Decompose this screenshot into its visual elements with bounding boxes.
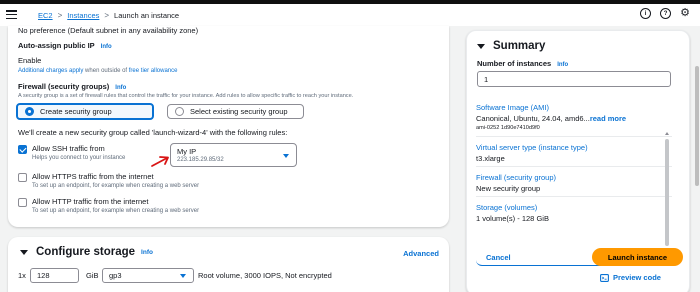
storage-advanced-link[interactable]: Advanced — [403, 249, 439, 258]
auto-assign-info-link[interactable]: Info — [101, 44, 112, 50]
breadcrumb-bar: EC2 > Instances > Launch an instance i ?… — [0, 4, 700, 26]
firewall-info-link[interactable]: Info — [115, 85, 126, 91]
summary-instance-type-value: t3.xlarge — [476, 154, 505, 163]
auto-assign-ip-label: Auto-assign public IP — [18, 41, 95, 50]
auto-assign-ip-header: Auto-assign public IP Info — [18, 41, 112, 50]
instances-count-header: Number of instances Info — [477, 59, 568, 68]
subnet-value: No preference (Default subnet in any ava… — [18, 26, 199, 35]
security-group-sentence: We'll create a new security group called… — [18, 128, 288, 137]
summary-storage-link[interactable]: Storage (volumes) — [476, 203, 537, 212]
read-more-link[interactable]: read more — [590, 114, 626, 123]
annotation-arrow-icon — [151, 156, 169, 167]
breadcrumb-current: Launch an instance — [114, 10, 180, 20]
https-rule-desc: To set up an endpoint, for example when … — [32, 183, 200, 189]
preview-code-label: Preview code — [613, 273, 661, 282]
scroll-up-arrow-icon[interactable] — [665, 132, 669, 135]
ssh-rule: Allow SSH traffic from Helps you connect… — [18, 144, 125, 161]
collapse-triangle-icon[interactable] — [477, 43, 485, 49]
https-rule-label: Allow HTTPS traffic from the internet — [32, 172, 154, 181]
instances-count-input[interactable]: 1 — [477, 71, 671, 87]
settings-gear-icon[interactable]: ⚙ — [680, 8, 690, 19]
create-security-group-label: Create security group — [40, 107, 112, 116]
storage-info-link[interactable]: Info — [141, 249, 153, 256]
http-rule-label: Allow HTTP traffic from the internet — [32, 197, 149, 206]
summary-firewall-value: New security group — [476, 184, 541, 193]
summary-header[interactable]: Summary — [477, 40, 545, 52]
summary-panel: Summary Number of instances Info 1 Softwa… — [466, 30, 690, 292]
launch-instance-button[interactable]: Launch instance — [592, 248, 683, 266]
storage-header[interactable]: Configure storage Info — [20, 246, 153, 258]
http-checkbox[interactable] — [18, 198, 27, 207]
auto-assign-ip-value: Enable — [18, 56, 42, 65]
select-existing-security-group-option[interactable]: Select existing security group — [167, 104, 304, 119]
summary-ami-id: ami-0252 1d90e7410d9f0 — [476, 125, 540, 131]
additional-charges-link[interactable]: Additional charges apply — [18, 68, 83, 74]
instances-count-label: Number of instances — [477, 59, 552, 68]
storage-size-input[interactable]: 128 — [30, 268, 79, 283]
firewall-description: A security group is a set of firewall ru… — [18, 93, 354, 99]
breadcrumb-separator: > — [104, 10, 110, 20]
radio-selected-icon — [25, 107, 34, 116]
summary-divider — [476, 196, 672, 197]
summary-details-list: Software Image (AMI) Canonical, Ubuntu, … — [476, 101, 672, 266]
configure-storage-panel: Configure storage Info Advanced 1x 128 G… — [8, 237, 449, 292]
preview-code-icon — [600, 273, 609, 282]
summary-instance-type-link[interactable]: Virtual server type (instance type) — [476, 143, 588, 152]
cancel-button[interactable]: Cancel — [486, 253, 511, 262]
ssh-checkbox[interactable] — [18, 145, 27, 154]
http-rule-desc: To set up an endpoint, for example when … — [32, 208, 200, 214]
summary-ami-value: Canonical, Ubuntu, 24.04, amd6...read mo… — [476, 114, 626, 123]
firewall-label: Firewall (security groups) — [18, 82, 110, 91]
header-icons: i ? ⚙ — [640, 8, 690, 19]
select-existing-label: Select existing security group — [190, 107, 288, 116]
firewall-header: Firewall (security groups) Info — [18, 82, 126, 91]
https-checkbox[interactable] — [18, 173, 27, 182]
summary-ami-link[interactable]: Software Image (AMI) — [476, 103, 549, 112]
summary-scrollbar[interactable] — [665, 139, 669, 246]
http-rule: Allow HTTP traffic from the internet To … — [18, 197, 199, 214]
summary-firewall-link[interactable]: Firewall (security group) — [476, 173, 556, 182]
volume-type-select[interactable]: gp3 — [102, 268, 194, 283]
ssh-source-select[interactable]: My IP 223.185.29.85/32 — [170, 143, 297, 167]
info-icon-glyph: i — [644, 10, 647, 17]
volume-type-value: gp3 — [109, 271, 122, 280]
charges-note: Additional charges apply when outside of… — [18, 68, 177, 74]
breadcrumb-ec2[interactable]: EC2 — [38, 11, 53, 20]
collapse-triangle-icon[interactable] — [20, 249, 28, 255]
help-icon-glyph: ? — [663, 10, 668, 17]
info-icon[interactable]: i — [640, 8, 652, 19]
preview-code-button[interactable]: Preview code — [600, 273, 661, 282]
summary-storage-value: 1 volume(s) - 128 GiB — [476, 214, 549, 223]
volume-description: Root volume, 3000 IOPS, Not encrypted — [198, 271, 332, 280]
create-security-group-option[interactable]: Create security group — [16, 103, 154, 120]
radio-unselected-icon — [175, 107, 184, 116]
ssh-source-ip: 223.185.29.85/32 — [177, 157, 224, 163]
hamburger-menu-icon[interactable] — [6, 10, 17, 20]
summary-divider — [476, 166, 672, 167]
ssh-source-value: My IP — [177, 147, 197, 156]
charges-note-text: when outside of — [83, 68, 129, 74]
network-settings-panel: No preference (Default subnet in any ava… — [8, 26, 449, 227]
breadcrumb-instances[interactable]: Instances — [67, 11, 99, 20]
https-rule: Allow HTTPS traffic from the internet To… — [18, 172, 199, 189]
storage-unit: GiB — [86, 271, 99, 280]
chevron-down-icon — [283, 154, 289, 158]
summary-ami-text: Canonical, Ubuntu, 24.04, amd6... — [476, 114, 590, 123]
storage-multiplier: 1x — [18, 271, 26, 280]
chevron-down-icon — [180, 274, 186, 278]
help-icon[interactable]: ? — [660, 8, 672, 19]
instances-info-link[interactable]: Info — [557, 62, 568, 68]
page-scrollbar-thumb[interactable] — [695, 66, 699, 186]
ssh-rule-desc: Helps you connect to your instance — [32, 155, 126, 161]
page-scrollbar[interactable] — [694, 26, 700, 292]
free-tier-link[interactable]: free tier allowance — [129, 68, 178, 74]
summary-title: Summary — [493, 40, 546, 52]
breadcrumb-separator: > — [57, 10, 63, 20]
storage-title: Configure storage — [36, 246, 136, 258]
breadcrumb: EC2 > Instances > Launch an instance — [38, 9, 179, 21]
ssh-rule-label: Allow SSH traffic from — [32, 144, 105, 153]
summary-divider — [476, 136, 672, 137]
